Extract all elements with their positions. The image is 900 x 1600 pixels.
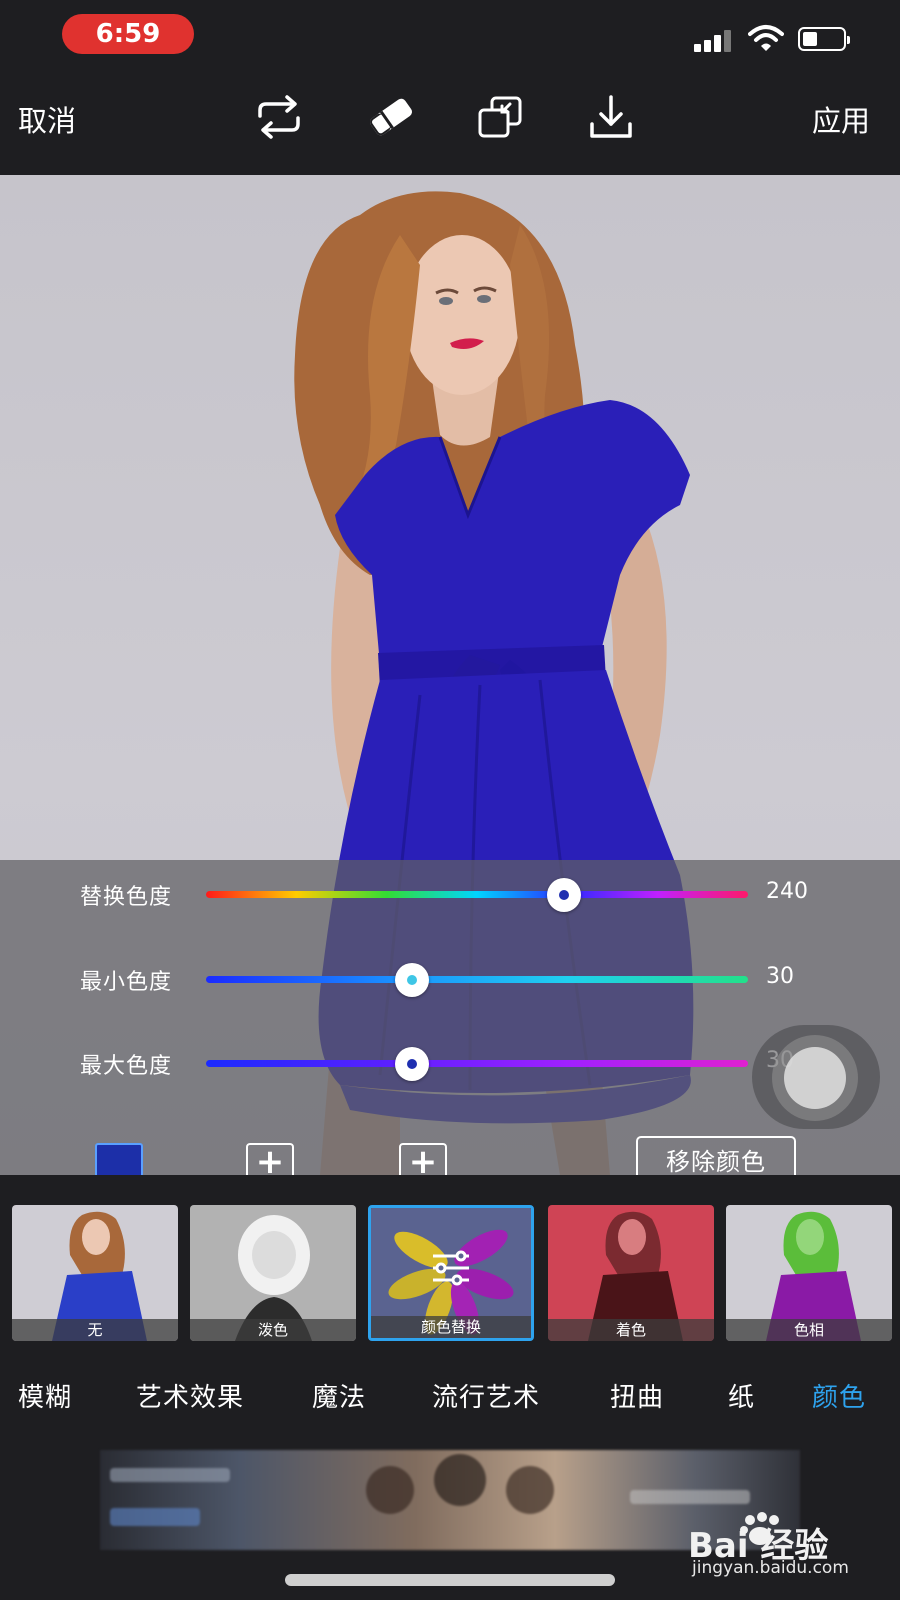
repeat-icon[interactable] <box>252 94 306 140</box>
tab-blur[interactable]: 模糊 <box>18 1377 72 1414</box>
slider-track[interactable] <box>206 1060 748 1067</box>
editor-toolbar: 取消 应用 <box>0 70 900 160</box>
effect-thumb-color-replace[interactable]: 颜色替换 <box>368 1205 534 1341</box>
slider-label: 最小色度 <box>80 970 173 995</box>
cellular-signal-icon <box>694 28 734 52</box>
effect-label: 着色 <box>548 1319 714 1341</box>
effect-label: 泼色 <box>190 1319 356 1341</box>
slider-value: 240 <box>766 879 808 904</box>
slider-track[interactable] <box>206 976 748 983</box>
tab-distort[interactable]: 扭曲 <box>610 1377 664 1414</box>
status-time: 6:59 <box>62 14 194 54</box>
slider-thumb[interactable] <box>394 1047 429 1081</box>
cancel-button[interactable]: 取消 <box>18 98 76 140</box>
apply-button[interactable]: 应用 <box>812 98 870 140</box>
effect-label: 无 <box>12 1319 178 1341</box>
tab-color[interactable]: 颜色 <box>812 1377 866 1414</box>
slider-label: 替换色度 <box>80 885 173 910</box>
tab-art-effects[interactable]: 艺术效果 <box>136 1377 244 1414</box>
effect-label: 颜色替换 <box>371 1316 531 1338</box>
slider-thumb[interactable] <box>546 878 581 912</box>
status-bar: 6:59 <box>0 0 900 70</box>
home-indicator <box>285 1574 615 1586</box>
tab-pop-art[interactable]: 流行艺术 <box>432 1377 540 1414</box>
battery-icon <box>798 27 850 51</box>
slider-row: 替换色度 240 <box>0 875 900 915</box>
slider-row: 最小色度 30 <box>0 960 900 1000</box>
effect-thumb-tint[interactable]: 着色 <box>548 1205 714 1341</box>
watermark-url: jingyan.baidu.com <box>692 1558 849 1578</box>
eraser-icon[interactable] <box>364 94 418 140</box>
effect-label: 色相 <box>726 1319 892 1341</box>
assistive-touch-button[interactable] <box>752 1025 880 1129</box>
download-icon[interactable] <box>584 94 638 140</box>
effect-thumb-none[interactable]: 无 <box>12 1205 178 1341</box>
effect-thumbnail-strip: 无 泼色 颜色替换 着色 色相 <box>0 1175 900 1341</box>
sliders-icon <box>433 1250 469 1286</box>
slider-value: 30 <box>766 964 794 989</box>
slider-label: 最大色度 <box>80 1054 173 1079</box>
effect-thumb-splash[interactable]: 泼色 <box>190 1205 356 1341</box>
ad-area: Bai 经验 jingyan.baidu.com <box>0 1450 900 1600</box>
effect-category-tabs: 模糊 艺术效果 魔法 流行艺术 扭曲 纸 颜色 <box>0 1345 900 1450</box>
layers-icon[interactable] <box>474 94 528 140</box>
effect-thumb-hue[interactable]: 色相 <box>726 1205 892 1341</box>
tab-magic[interactable]: 魔法 <box>312 1377 366 1414</box>
wifi-icon <box>748 25 784 51</box>
slider-thumb[interactable] <box>394 963 429 997</box>
tab-paper[interactable]: 纸 <box>728 1377 755 1414</box>
slider-track[interactable] <box>206 891 748 898</box>
baidu-jingyan-watermark: Bai 经验 jingyan.baidu.com <box>688 1510 888 1585</box>
